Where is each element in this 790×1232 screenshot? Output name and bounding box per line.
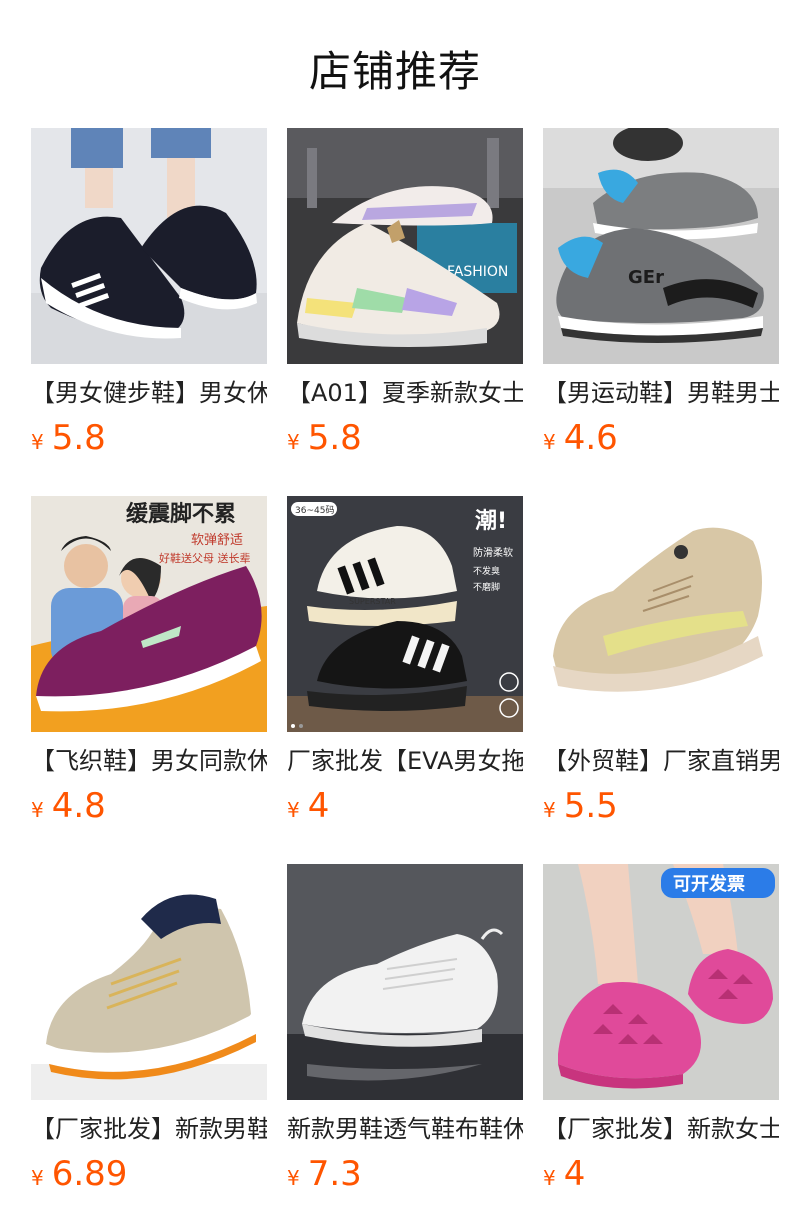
- product-image[interactable]: [31, 128, 267, 364]
- product-price: ¥4: [543, 1154, 585, 1200]
- image-col3: 不磨脚: [473, 582, 500, 593]
- product-price: ¥5.8: [287, 418, 362, 464]
- currency-symbol: ¥: [31, 430, 44, 454]
- store-recommendations-page: 店铺推荐 【男女健步鞋】男女休 ¥ 5.8 FASHION 【A01】夏季新款女…: [0, 0, 790, 1232]
- purple-knit-sneaker-icon: 缓震脚不累 软弹舒适 好鞋送父母 送长辈: [31, 496, 267, 732]
- product-price: ¥4.6: [543, 418, 618, 464]
- grey-blue-sneaker-icon: GEr: [543, 128, 779, 364]
- price-value: 6.89: [51, 1154, 128, 1194]
- product-name[interactable]: 新款男鞋透气鞋布鞋休闲: [287, 1113, 523, 1145]
- price-value: 5.5: [563, 786, 618, 826]
- product-name[interactable]: 【男运动鞋】男鞋男士运动鞋: [543, 377, 779, 409]
- svg-text:GEr: GEr: [628, 267, 664, 288]
- product-image[interactable]: 缓震脚不累 软弹舒适 好鞋送父母 送长辈: [31, 496, 267, 732]
- pink-hollow-shoe-icon: 可开发票: [543, 864, 779, 1100]
- price-value: 4.8: [51, 786, 106, 826]
- white-rainbow-sneaker-icon: FASHION: [287, 128, 523, 364]
- product-image[interactable]: GEr: [543, 128, 779, 364]
- eva-slippers-icon: 36~45码 SUPERSTAR 潮! 防滑柔软 不发臭 不磨脚: [287, 496, 523, 732]
- product-name[interactable]: 【厂家批发】新款男鞋休闲: [31, 1113, 267, 1145]
- price-value: 4: [563, 1154, 586, 1194]
- product-card[interactable]: GEr 【男运动鞋】男鞋男士运动鞋 ¥4.6: [543, 128, 779, 468]
- image-sub1: 软弹舒适: [191, 533, 243, 548]
- price-value: 4: [307, 786, 330, 826]
- price-value: 5.8: [307, 418, 362, 458]
- product-name[interactable]: 【飞织鞋】男女同款休闲鞋: [31, 745, 267, 777]
- product-card[interactable]: FASHION 【A01】夏季新款女士运动鞋 ¥5.8: [287, 128, 523, 468]
- page-title: 店铺推荐: [308, 47, 481, 96]
- price-value: 5.8: [51, 418, 106, 458]
- product-image[interactable]: [287, 864, 523, 1100]
- image-size-tag: 36~45码: [295, 505, 334, 516]
- product-price: ¥7.3: [287, 1154, 362, 1200]
- image-brand: SUPERSTAR: [349, 597, 396, 606]
- currency-symbol: ¥: [287, 798, 300, 822]
- image-col1: 防滑柔软: [473, 546, 513, 559]
- product-price: ¥6.89: [31, 1154, 127, 1200]
- product-name[interactable]: 厂家批发【EVA男女拖鞋】: [287, 745, 523, 777]
- product-image[interactable]: FASHION: [287, 128, 523, 364]
- beige-knit-sneaker-icon: [543, 496, 779, 732]
- product-price: ¥5.5: [543, 786, 618, 832]
- product-name[interactable]: 【厂家批发】新款女士洞洞鞋: [543, 1113, 779, 1145]
- currency-symbol: ¥: [287, 430, 300, 454]
- currency-symbol: ¥: [543, 430, 556, 454]
- product-price: ¥5.8: [31, 418, 106, 464]
- product-card[interactable]: 缓震脚不累 软弹舒适 好鞋送父母 送长辈 【飞织鞋】男女同款休闲鞋 ¥4.8: [31, 496, 267, 836]
- image-headline: 潮!: [475, 509, 507, 534]
- product-name[interactable]: 【A01】夏季新款女士运动鞋: [287, 377, 523, 409]
- product-image[interactable]: [31, 864, 267, 1100]
- currency-symbol: ¥: [543, 1166, 556, 1190]
- product-image[interactable]: 可开发票: [543, 864, 779, 1100]
- product-image[interactable]: 36~45码 SUPERSTAR 潮! 防滑柔软 不发臭 不磨脚: [287, 496, 523, 732]
- invoice-badge: 可开发票: [673, 873, 745, 895]
- price-value: 4.6: [563, 418, 618, 458]
- price-value: 7.3: [307, 1154, 362, 1194]
- product-image[interactable]: [543, 496, 779, 732]
- currency-symbol: ¥: [31, 1166, 44, 1190]
- white-lace-sneaker-icon: [287, 864, 523, 1100]
- currency-symbol: ¥: [543, 798, 556, 822]
- product-card[interactable]: 【男女健步鞋】男女休闲鞋 ¥5.8: [31, 128, 267, 468]
- currency-symbol: ¥: [287, 1166, 300, 1190]
- product-card[interactable]: 可开发票 【厂家批发】新款女士洞洞鞋 ¥4: [543, 864, 779, 1204]
- currency-symbol: ¥: [31, 798, 44, 822]
- image-headline: 缓震脚不累: [126, 501, 236, 527]
- image-col2: 不发臭: [473, 565, 500, 577]
- product-name[interactable]: 【外贸鞋】厂家直销男鞋: [543, 745, 779, 777]
- product-card[interactable]: 新款男鞋透气鞋布鞋休闲 ¥7.3: [287, 864, 523, 1204]
- product-name[interactable]: 【男女健步鞋】男女休闲鞋: [31, 377, 267, 409]
- black-knit-sneaker-icon: [31, 128, 267, 364]
- product-price: ¥4: [287, 786, 329, 832]
- product-card[interactable]: 【外贸鞋】厂家直销男鞋 ¥5.5: [543, 496, 779, 836]
- product-card[interactable]: 36~45码 SUPERSTAR 潮! 防滑柔软 不发臭 不磨脚 厂家批发【EV…: [287, 496, 523, 836]
- image-sub2: 好鞋送父母 送长辈: [159, 551, 251, 565]
- beige-navy-sneaker-icon: [31, 864, 267, 1100]
- product-card[interactable]: 【厂家批发】新款男鞋休闲 ¥6.89: [31, 864, 267, 1204]
- product-price: ¥4.8: [31, 786, 106, 832]
